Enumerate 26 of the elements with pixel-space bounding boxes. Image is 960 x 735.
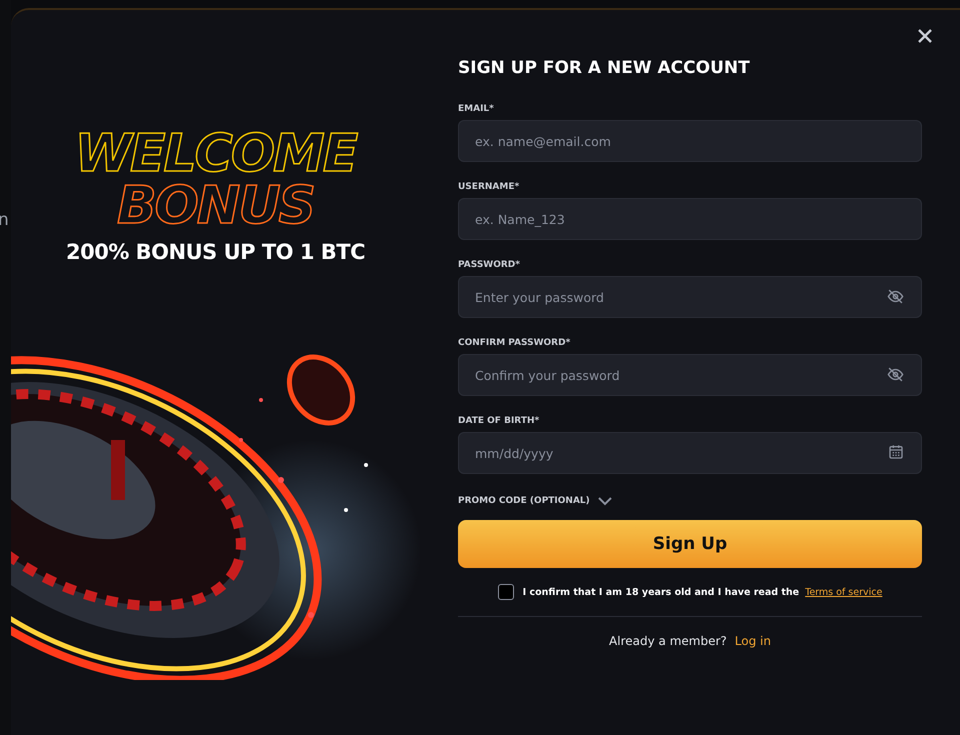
field-label: CONFIRM PASSWORD* bbox=[458, 338, 572, 348]
field-label: PASSWORD* bbox=[458, 260, 521, 270]
password-field[interactable]: Enter your password bbox=[458, 276, 922, 318]
bonus-offer: 200% BONUS UP TO 1 BTC bbox=[66, 240, 366, 264]
bonus-headline: BONUS bbox=[116, 180, 314, 232]
login-prompt: Already a member? bbox=[609, 634, 727, 648]
eye-slash-icon[interactable] bbox=[887, 366, 904, 383]
welcome-headline: WELCOME bbox=[74, 128, 356, 180]
form-title: SIGN UP FOR A NEW ACCOUNT bbox=[458, 58, 751, 78]
password-field[interactable]: Confirm your password bbox=[458, 354, 922, 396]
date-field[interactable]: mm/dd/yyyy bbox=[458, 432, 922, 474]
field-label: EMAIL* bbox=[458, 104, 495, 114]
promo-code-toggle[interactable]: PROMO CODE (OPTIONAL) bbox=[458, 496, 590, 506]
calendar-icon[interactable] bbox=[888, 444, 904, 460]
text-field[interactable]: ex. Name_123 bbox=[458, 198, 922, 240]
sign-up-button[interactable]: Sign Up bbox=[458, 520, 922, 568]
consent-checkbox[interactable] bbox=[498, 584, 514, 600]
field-label: DATE OF BIRTH* bbox=[458, 416, 540, 426]
chevron-down-icon[interactable] bbox=[598, 496, 612, 506]
field-label: USERNAME* bbox=[458, 182, 520, 192]
text-field[interactable]: ex. name@email.com bbox=[458, 120, 922, 162]
terms-link[interactable]: Terms of service bbox=[805, 586, 882, 598]
consent-text: I confirm that I am 18 years old and I have read the bbox=[522, 586, 800, 598]
close-icon[interactable] bbox=[917, 28, 933, 44]
login-link[interactable]: Log in bbox=[734, 634, 771, 648]
eye-slash-icon[interactable] bbox=[887, 288, 904, 305]
